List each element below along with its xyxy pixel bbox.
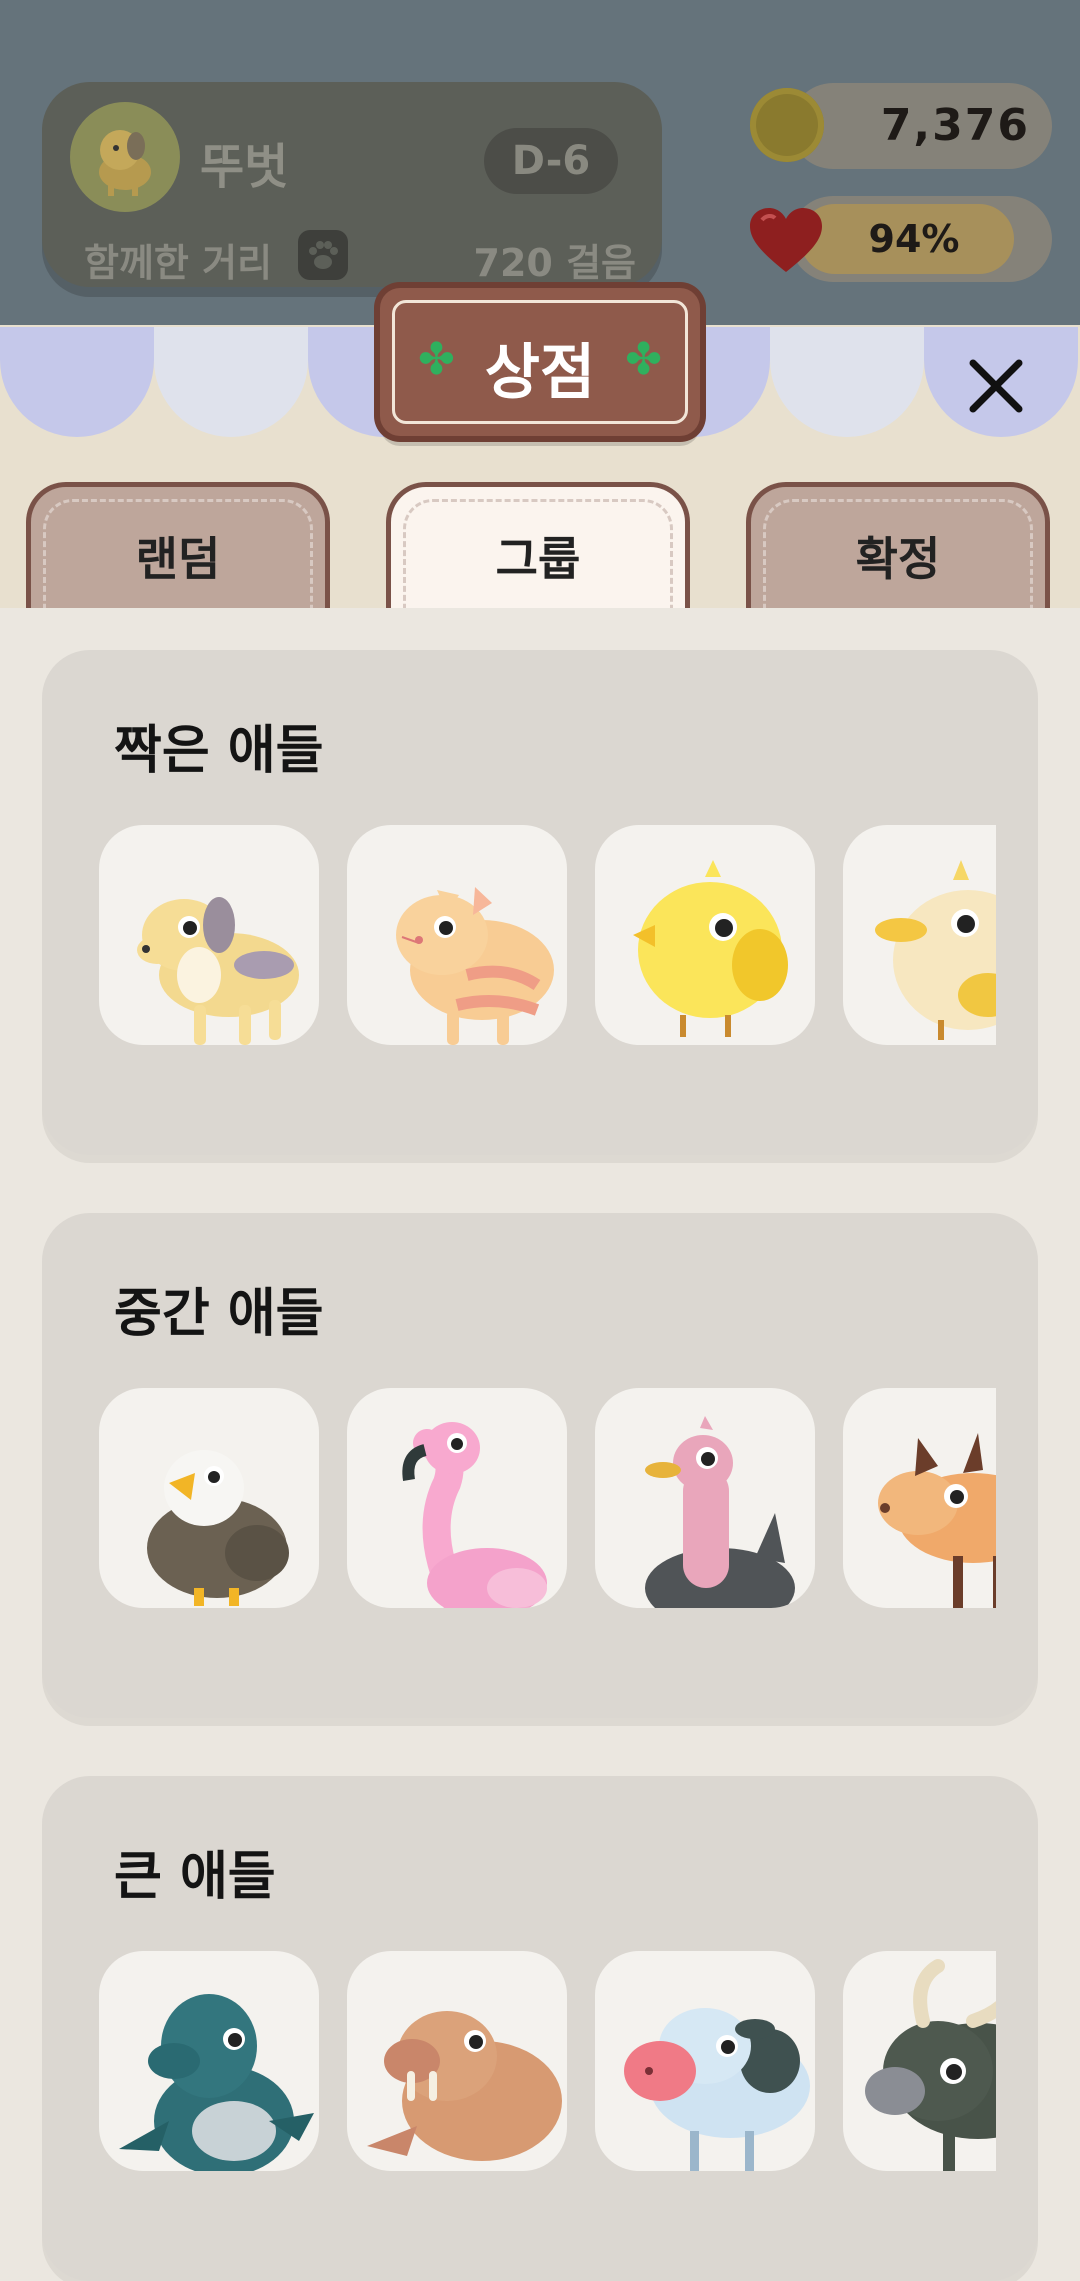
pet-name: 뚜벗 <box>200 139 289 195</box>
step-count: 720 걸음 <box>473 241 636 285</box>
animal-bull[interactable] <box>843 1951 996 2171</box>
tab-label: 확정 <box>855 532 941 586</box>
tab-label: 랜덤 <box>135 532 221 586</box>
group-title: 큰 애들 <box>114 1847 276 1907</box>
close-icon[interactable] <box>955 345 1037 427</box>
pet-profile-card[interactable]: 뚜벗 D-6 함께한 거리 720 걸음 <box>42 82 662 287</box>
animal-deer[interactable] <box>843 1388 996 1608</box>
group-card-small[interactable]: 짝은 애들 <box>42 650 1038 1155</box>
tab-group[interactable]: 그룹 <box>386 482 690 612</box>
group-title: 짝은 애들 <box>114 721 324 781</box>
animal-chick[interactable] <box>595 825 815 1045</box>
animal-dog[interactable] <box>99 825 319 1045</box>
shop-sign: ✤ 상점 ✤ <box>380 288 700 436</box>
health-percent: 94% <box>868 217 960 261</box>
group-card-large[interactable]: 큰 애들 <box>42 1776 1038 2281</box>
animal-seal[interactable] <box>99 1951 319 2171</box>
group-title: 중간 애들 <box>114 1284 324 1344</box>
tab-label: 그룹 <box>495 532 581 586</box>
animal-walrus[interactable] <box>347 1951 567 2171</box>
paw-icon <box>298 230 348 280</box>
animal-row <box>99 1388 996 1610</box>
animal-eagle[interactable] <box>99 1388 319 1608</box>
animal-ostrich[interactable] <box>595 1388 815 1608</box>
animal-duck[interactable] <box>843 825 996 1045</box>
coin-balance: 7,376 <box>880 100 1030 151</box>
animal-row <box>99 1951 996 2173</box>
dday-badge: D-6 <box>484 128 618 194</box>
animal-cat[interactable] <box>347 825 567 1045</box>
tab-fixed[interactable]: 확정 <box>746 482 1050 612</box>
animal-cow[interactable] <box>595 1951 815 2171</box>
pet-avatar <box>70 102 180 212</box>
tab-random[interactable]: 랜덤 <box>26 482 330 612</box>
animal-row <box>99 825 996 1047</box>
clover-icon: ✤ <box>625 334 662 385</box>
group-card-medium[interactable]: 중간 애들 <box>42 1213 1038 1718</box>
distance-label: 함께한 거리 <box>84 241 273 285</box>
animal-flamingo[interactable] <box>347 1388 567 1608</box>
